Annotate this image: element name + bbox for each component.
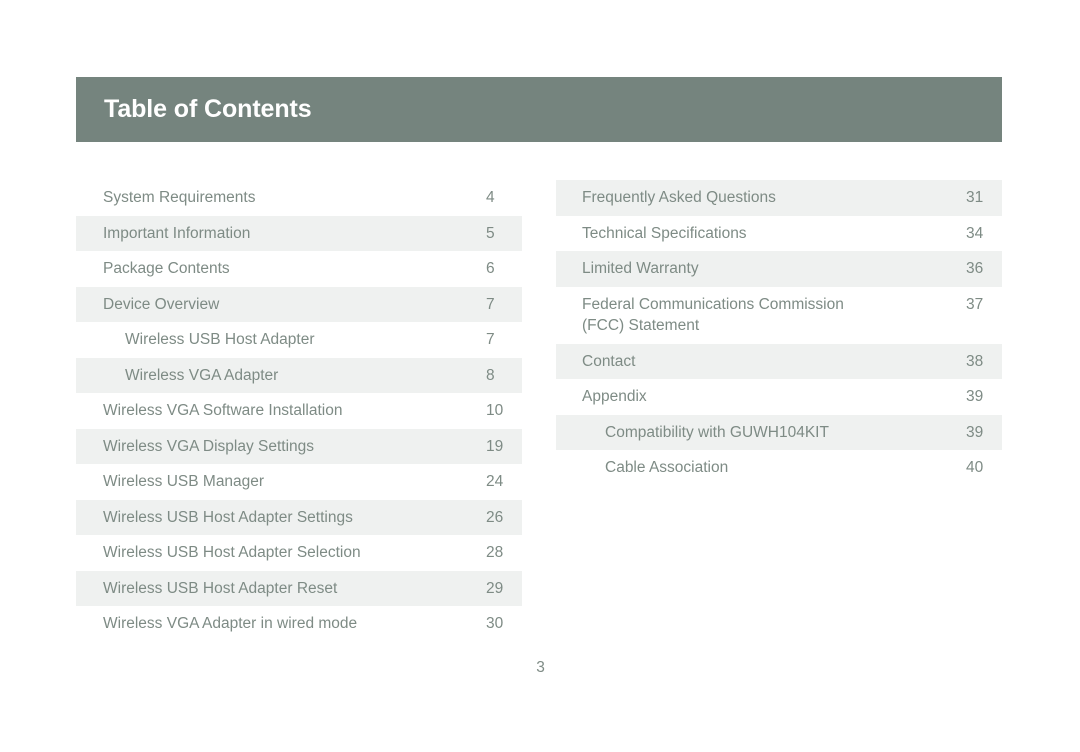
- toc-right-column: Frequently Asked Questions 31 Technical Sp…: [556, 180, 1002, 486]
- toc-entry-label: Wireless VGA Software Installation: [103, 402, 343, 419]
- toc-entry-page-number: 39: [966, 388, 984, 405]
- toc-entry[interactable]: Package Contents 6: [76, 251, 522, 287]
- toc-entry-page-number: 30: [486, 615, 504, 632]
- toc-entry[interactable]: Cable Association 40: [556, 450, 1002, 486]
- toc-entry[interactable]: Appendix 39: [556, 379, 1002, 415]
- toc-entry-label: Contact: [582, 352, 636, 370]
- toc-entry[interactable]: Wireless VGA Display Settings 19: [76, 428, 522, 464]
- toc-entry-label: Cable Association: [605, 459, 729, 476]
- toc-entry-label: Wireless USB Host Adapter Settings: [103, 508, 353, 526]
- toc-entry-page-number: 29: [486, 579, 504, 597]
- toc-entry[interactable]: Contact 38: [556, 343, 1002, 379]
- toc-entry-label: Wireless USB Manager: [103, 473, 265, 490]
- footer-page-number-value: 3: [536, 659, 545, 676]
- toc-entry[interactable]: Limited Warranty 36: [556, 251, 1002, 287]
- toc-entry-page-number: 19: [486, 437, 504, 455]
- toc-entry-page-number: 28: [486, 544, 504, 561]
- toc-entry-label: Wireless VGA Adapter in wired mode: [103, 615, 358, 632]
- toc-entry-label: Device Overview: [103, 295, 220, 313]
- toc-entry-label: Wireless USB Host Adapter Reset: [103, 579, 338, 597]
- toc-header-banner: Table of Contents: [76, 77, 1002, 142]
- toc-entry[interactable]: Wireless USB Host Adapter Reset 29: [76, 570, 522, 606]
- toc-entry-label: Frequently Asked Questions: [582, 189, 776, 206]
- toc-entry-label: System Requirements: [103, 189, 256, 206]
- toc-entry-page-number: 34: [966, 224, 984, 242]
- toc-left-column: System Requirements 4 Important Informatio…: [76, 180, 522, 642]
- toc-entry-page-number: 26: [486, 508, 504, 526]
- toc-entry-label: Appendix: [582, 388, 647, 405]
- footer-page-number: 3: [0, 659, 1080, 677]
- toc-entry-page-number: 38: [966, 352, 984, 370]
- toc-entry[interactable]: Wireless USB Host Adapter 7: [76, 322, 522, 358]
- toc-entry-label: Compatibility with GUWH104KIT: [605, 423, 829, 441]
- toc-entry[interactable]: Wireless USB Manager 24: [76, 464, 522, 500]
- toc-entry[interactable]: Technical Specifications 34: [556, 216, 1002, 252]
- toc-entry-page-number: 31: [966, 189, 984, 206]
- toc-entry-label: Technical Specifications: [582, 224, 747, 242]
- toc-entry-label: Federal Communications Commission (FCC) …: [582, 295, 844, 335]
- toc-entry-page-number: 8: [486, 366, 495, 384]
- toc-entry-label: Limited Warranty: [582, 260, 699, 277]
- toc-entry[interactable]: Frequently Asked Questions 31: [556, 180, 1002, 216]
- toc-entry-label: Wireless USB Host Adapter: [125, 331, 315, 348]
- toc-entry-page-number: 40: [966, 459, 984, 476]
- toc-entry[interactable]: Wireless VGA Adapter 8: [76, 357, 522, 393]
- toc-page: Table of Contents System Requirements 4 Im…: [0, 0, 1080, 752]
- toc-entry-page-number: 6: [486, 260, 495, 277]
- toc-entry-page-number: 37: [966, 295, 984, 313]
- toc-entry[interactable]: Important Information 5: [76, 215, 522, 251]
- toc-entry[interactable]: Wireless USB Host Adapter Selection 28: [76, 535, 522, 571]
- page-title: Table of Contents: [104, 95, 312, 123]
- toc-entry[interactable]: Wireless VGA Adapter in wired mode 30: [76, 606, 522, 642]
- toc-entry-page-number: 39: [966, 423, 984, 441]
- toc-entry-label: Package Contents: [103, 260, 230, 277]
- toc-entry[interactable]: Compatibility with GUWH104KIT 39: [556, 414, 1002, 450]
- toc-entry-label: Wireless VGA Adapter: [125, 366, 279, 384]
- toc-entry-page-number: 7: [486, 295, 495, 313]
- toc-entry[interactable]: Wireless VGA Software Installation 10: [76, 393, 522, 429]
- toc-entry-label: Wireless VGA Display Settings: [103, 437, 315, 455]
- toc-entry-page-number: 5: [486, 224, 495, 242]
- toc-entry-page-number: 4: [486, 189, 495, 206]
- toc-entry-page-number: 36: [966, 260, 984, 277]
- toc-entry-label: Wireless USB Host Adapter Selection: [103, 544, 361, 561]
- toc-entry[interactable]: Device Overview 7: [76, 286, 522, 322]
- toc-entry[interactable]: Wireless USB Host Adapter Settings 26: [76, 499, 522, 535]
- toc-entry-page-number: 7: [486, 331, 495, 348]
- toc-entry-page-number: 24: [486, 473, 504, 490]
- toc-entry[interactable]: Federal Communications Commission (FCC) …: [556, 287, 1002, 344]
- toc-entry[interactable]: System Requirements 4: [76, 180, 522, 216]
- toc-entry-label: Important Information: [103, 224, 251, 242]
- toc-entry-page-number: 10: [486, 402, 504, 419]
